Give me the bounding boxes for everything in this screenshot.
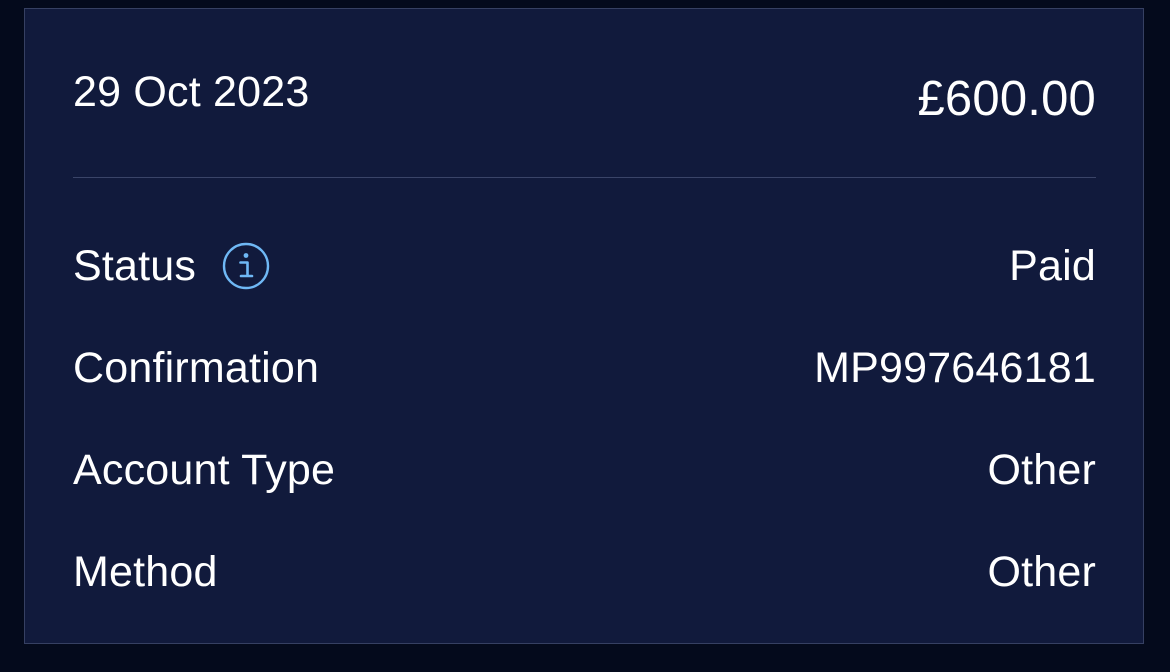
detail-row-confirmation: Confirmation MP997646181	[73, 340, 1096, 396]
confirmation-label: Confirmation	[73, 343, 320, 392]
status-label: Status	[73, 241, 197, 290]
info-icon[interactable]	[222, 242, 270, 290]
method-label: Method	[73, 547, 218, 596]
transaction-detail-card: 29 Oct 2023 £600.00 Status Paid Confirma…	[24, 8, 1144, 644]
account-type-label: Account Type	[73, 445, 336, 494]
account-type-value: Other	[987, 445, 1096, 494]
detail-row-account-type: Account Type Other	[73, 442, 1096, 498]
transaction-amount: £600.00	[917, 72, 1096, 126]
detail-row-method: Method Other	[73, 544, 1096, 600]
transaction-date: 29 Oct 2023	[73, 68, 310, 116]
detail-row-status: Status Paid	[73, 238, 1096, 294]
status-value: Paid	[1009, 241, 1096, 290]
header-divider	[73, 177, 1096, 178]
method-value: Other	[987, 547, 1096, 596]
confirmation-value: MP997646181	[814, 343, 1096, 392]
transaction-header: 29 Oct 2023 £600.00	[73, 67, 1096, 127]
